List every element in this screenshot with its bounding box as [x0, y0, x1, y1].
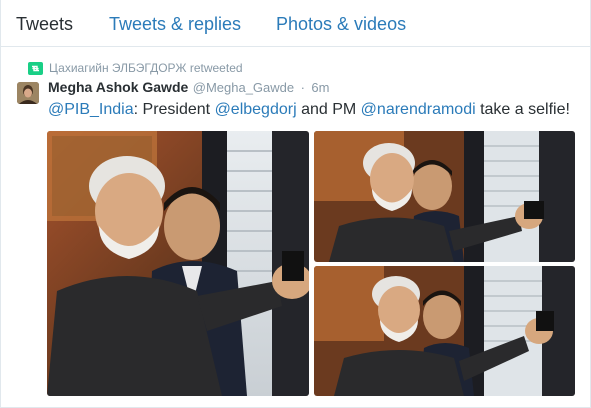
tweet-text-part: : President — [133, 101, 215, 118]
mention-narendramodi[interactable]: @narendramodi — [361, 101, 476, 118]
photo-main[interactable] — [47, 131, 309, 396]
profile-tabs: Tweets Tweets & replies Photos & videos — [0, 0, 591, 47]
tweet-timestamp[interactable]: 6m — [311, 80, 329, 95]
author-handle[interactable]: @Megha_Gawde — [193, 80, 294, 95]
header-separator: · — [300, 80, 305, 95]
tweet-text-part: and PM — [296, 101, 361, 118]
retweet-context: Цахиагийн ЭЛБЭГДОРЖ retweeted — [28, 61, 243, 75]
photo-top-right[interactable] — [314, 131, 575, 262]
tab-tweets[interactable]: Tweets — [16, 14, 73, 35]
retweeted-by-label[interactable]: Цахиагийн ЭЛБЭГДОРЖ retweeted — [49, 61, 243, 75]
author-name[interactable]: Megha Ashok Gawde — [48, 79, 188, 95]
avatar[interactable] — [17, 82, 39, 104]
tweet-text: @PIB_India: President @elbegdorj and PM … — [48, 100, 570, 120]
tab-tweets-and-replies[interactable]: Tweets & replies — [109, 14, 241, 35]
mention-pib-india[interactable]: @PIB_India — [48, 101, 134, 118]
tweet-text-part: take a selfie! — [475, 101, 570, 118]
retweet-icon — [28, 61, 43, 75]
tab-photos-and-videos[interactable]: Photos & videos — [276, 14, 406, 35]
mention-elbegdorj[interactable]: @elbegdorj — [215, 101, 297, 118]
tweet-header: Megha Ashok Gawde @Megha_Gawde · 6m — [48, 79, 329, 97]
photo-bottom-right[interactable] — [314, 266, 575, 396]
